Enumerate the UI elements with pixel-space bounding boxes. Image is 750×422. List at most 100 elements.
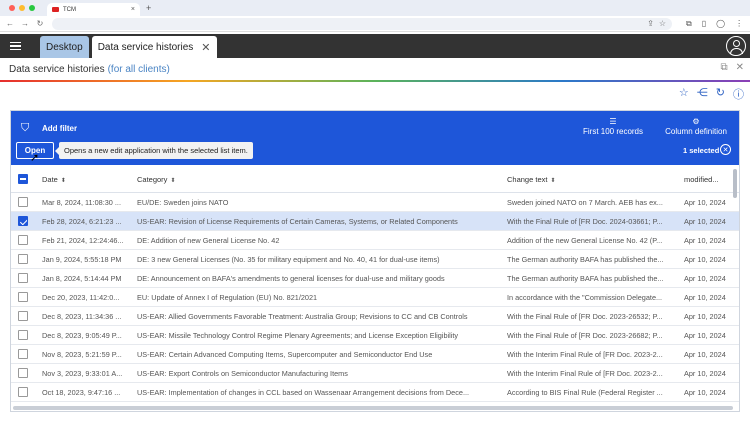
table-row[interactable]: Dec 8, 2023, 9:05:49 P... US-EAR: Missile…: [11, 326, 739, 345]
sort-icon: ⬍: [170, 178, 176, 184]
close-window-button[interactable]: [9, 5, 15, 11]
first-100-records-button[interactable]: ☰ First 100 records: [582, 117, 644, 136]
browser-tab-title: TCM: [63, 6, 76, 13]
tab-desktop-label: Desktop: [46, 41, 83, 53]
forward-icon[interactable]: →: [20, 19, 30, 28]
refresh-icon[interactable]: ↻: [716, 86, 725, 102]
open-in-new-window-icon[interactable]: ⧉: [720, 62, 727, 73]
table-row[interactable]: Oct 18, 2023, 9:47:16 ... US-EAR: Impleme…: [11, 383, 739, 402]
back-icon[interactable]: ←: [5, 19, 15, 28]
mouse-cursor-icon: ➚: [30, 152, 40, 164]
share-icon[interactable]: ⇪: [647, 19, 654, 28]
new-tab-icon[interactable]: +: [146, 3, 151, 13]
profile-icon[interactable]: ◯: [716, 19, 725, 29]
browser-tab[interactable]: TCM ×: [47, 3, 140, 16]
filter-icon[interactable]: ⛉: [21, 122, 29, 135]
row-checkbox[interactable]: [18, 216, 28, 226]
help-icon[interactable]: ⓘ: [733, 86, 744, 102]
close-tab-icon[interactable]: ×: [131, 6, 135, 13]
horizontal-scrollbar[interactable]: [13, 406, 733, 410]
reload-icon[interactable]: ↻: [35, 19, 45, 28]
column-header-modified[interactable]: modified...: [684, 175, 719, 184]
hamburger-menu-icon[interactable]: [0, 34, 30, 58]
cell-change-text: The German authority BAFA has published …: [507, 274, 664, 283]
add-filter-button[interactable]: Add filter: [42, 124, 77, 133]
table-row[interactable]: Jan 9, 2024, 5:55:18 PM DE: 3 new General…: [11, 250, 739, 269]
cell-modified: Apr 10, 2024: [684, 312, 726, 321]
user-account-icon[interactable]: [726, 36, 746, 56]
row-checkbox[interactable]: [18, 292, 28, 302]
column-header-date[interactable]: Date ⬍: [42, 175, 66, 184]
close-view-icon[interactable]: ✕: [736, 62, 744, 73]
cell-date: Jan 9, 2024, 5:55:18 PM: [42, 255, 122, 264]
row-checkbox[interactable]: [18, 311, 28, 321]
table-row[interactable]: Mar 8, 2024, 11:08:30 ... EU/DE: Sweden j…: [11, 193, 739, 212]
cell-change-text: Sweden joined NATO on 7 March. AEB has e…: [507, 198, 663, 207]
tab-desktop[interactable]: Desktop: [40, 36, 89, 58]
select-all-checkbox[interactable]: [18, 174, 28, 184]
cell-category: DE: 3 new General Licenses (No. 35 for m…: [137, 255, 440, 264]
vertical-scrollbar[interactable]: [733, 169, 737, 198]
address-bar[interactable]: ⇪ ☆: [52, 17, 672, 30]
list-panel: ⛉ Add filter ☰ First 100 records ⚙ Colum…: [10, 110, 740, 412]
selected-count: 1 selected: [683, 146, 720, 155]
open-tooltip: Opens a new edit application with the se…: [55, 142, 253, 159]
cell-change-text: With the Final Rule of [FR Doc. 2023-266…: [507, 331, 663, 340]
column-header-change-text[interactable]: Change text ⬍: [507, 175, 555, 184]
table-row[interactable]: Nov 3, 2023, 9:33:01 A... US-EAR: Export …: [11, 364, 739, 383]
table-row[interactable]: Feb 21, 2024, 12:24:46... DE: Addition of…: [11, 231, 739, 250]
cell-category: DE: Announcement on BAFA's amendments to…: [137, 274, 445, 283]
cell-date: Oct 18, 2023, 9:47:16 ...: [42, 388, 121, 397]
row-checkbox[interactable]: [18, 387, 28, 397]
row-checkbox[interactable]: [18, 254, 28, 264]
row-checkbox[interactable]: [18, 235, 28, 245]
cell-modified: Apr 10, 2024: [684, 255, 726, 264]
window-controls: [9, 5, 35, 11]
cell-modified: Apr 10, 2024: [684, 388, 726, 397]
column-header-category-label: Category: [137, 175, 168, 184]
row-checkbox[interactable]: [18, 273, 28, 283]
row-checkbox[interactable]: [18, 330, 28, 340]
table-row[interactable]: Dec 20, 2023, 11:42:0... EU: Update of An…: [11, 288, 739, 307]
list-icon: ☰: [609, 117, 617, 126]
close-tab-icon[interactable]: ✕: [201, 41, 210, 54]
cell-category: US-EAR: Revision of License Requirements…: [137, 217, 458, 226]
share-icon[interactable]: ⋲: [697, 86, 708, 102]
row-checkbox[interactable]: [18, 349, 28, 359]
clear-selection-icon[interactable]: ✕: [720, 144, 731, 155]
column-header-category[interactable]: Category ⬍: [137, 175, 175, 184]
browser-tab-bar: TCM × +: [0, 0, 750, 16]
column-definition-button[interactable]: ⚙ Column definition: [662, 117, 730, 136]
favorite-star-icon[interactable]: ☆: [679, 86, 689, 102]
row-checkbox[interactable]: [18, 197, 28, 207]
cell-date: Mar 8, 2024, 11:08:30 ...: [42, 198, 121, 207]
table-row[interactable]: Jan 8, 2024, 5:14:44 PM DE: Announcement …: [11, 269, 739, 288]
table-row[interactable]: Nov 8, 2023, 5:21:59 P... US-EAR: Certain…: [11, 345, 739, 364]
cell-modified: Apr 10, 2024: [684, 198, 726, 207]
first-100-records-label: First 100 records: [582, 127, 644, 136]
app-header: Desktop Data service histories ✕: [0, 34, 750, 58]
extensions-icon[interactable]: ⧉: [686, 19, 692, 29]
cell-date: Dec 20, 2023, 11:42:0...: [42, 293, 120, 302]
cell-category: US-EAR: Export Controls on Semiconductor…: [137, 369, 348, 378]
menu-kebab-icon[interactable]: ⋮: [735, 19, 743, 29]
cell-date: Feb 21, 2024, 12:24:46...: [42, 236, 124, 245]
cell-category: US-EAR: Certain Advanced Computing Items…: [137, 350, 433, 359]
cell-date: Nov 3, 2023, 9:33:01 A...: [42, 369, 123, 378]
tab-data-service-histories[interactable]: Data service histories ✕: [91, 36, 217, 58]
cell-modified: Apr 10, 2024: [684, 293, 726, 302]
cell-category: US-EAR: Implementation of changes in CCL…: [137, 388, 470, 397]
cell-date: Jan 8, 2024, 5:14:44 PM: [42, 274, 122, 283]
sidebar-icon[interactable]: ▯: [702, 19, 706, 29]
cell-modified: Apr 10, 2024: [684, 331, 726, 340]
cell-date: Dec 8, 2023, 11:34:36 ...: [42, 312, 122, 321]
cell-date: Dec 8, 2023, 9:05:49 P...: [42, 331, 122, 340]
row-checkbox[interactable]: [18, 368, 28, 378]
maximize-window-button[interactable]: [29, 5, 35, 11]
minimize-window-button[interactable]: [19, 5, 25, 11]
page-subtitle-link[interactable]: (for all clients): [108, 64, 170, 75]
column-header-modified-label: modified...: [684, 175, 719, 184]
table-row[interactable]: Feb 28, 2024, 6:21:23 ... US-EAR: Revisio…: [11, 212, 739, 231]
table-row[interactable]: Dec 8, 2023, 11:34:36 ... US-EAR: Allied …: [11, 307, 739, 326]
bookmark-star-icon[interactable]: ☆: [659, 19, 666, 28]
